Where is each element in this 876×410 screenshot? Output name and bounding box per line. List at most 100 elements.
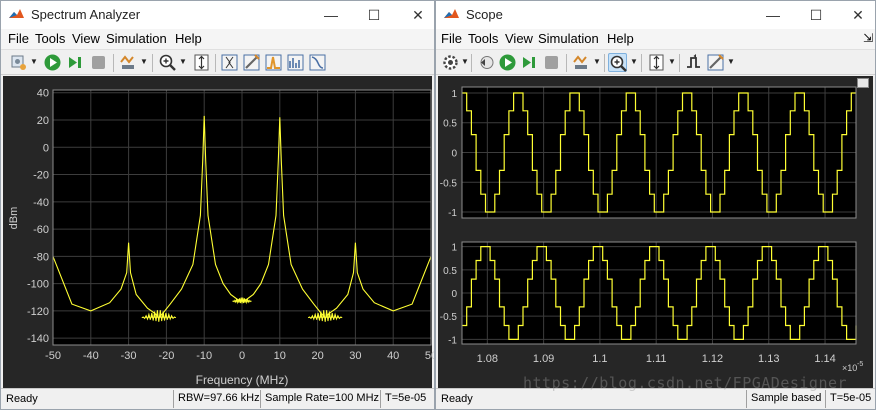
zoom-in-icon[interactable] — [158, 53, 177, 72]
x-tick-label: 1.09 — [533, 353, 554, 365]
toolbar-separator — [471, 54, 472, 72]
autoscale-icon[interactable] — [647, 53, 666, 72]
x-tick-label: -40 — [83, 350, 99, 362]
matlab-logo-icon — [8, 6, 25, 23]
settings-dropdown-icon[interactable]: ▼ — [30, 54, 38, 70]
x-axis-exponent: ×10 — [842, 363, 857, 373]
menu-view[interactable]: View — [505, 31, 533, 46]
x-axis-label: Frequency (MHz) — [196, 373, 289, 387]
settings-dropdown-icon[interactable]: ▼ — [461, 54, 469, 70]
y-tick-label: -100 — [27, 279, 49, 291]
stop-icon[interactable] — [89, 53, 108, 72]
x-tick-label: -10 — [196, 350, 212, 362]
spectrum-plot-area: 40 20 0 -20 -40 -60 -80 -100 -120 -140 -50 -40 -30-… — [3, 76, 434, 390]
menu-file[interactable]: File — [441, 31, 462, 46]
distortion-measure-icon[interactable] — [286, 53, 305, 72]
menu-simulation[interactable]: Simulation — [106, 31, 167, 46]
y-tick-label: 0 — [451, 289, 457, 300]
signal-highlight-icon[interactable] — [119, 53, 138, 72]
y-tick-label: -60 — [33, 224, 49, 236]
y-tick-label: -80 — [33, 251, 49, 263]
step-forward-icon[interactable] — [520, 53, 539, 72]
x-tick-label: 1.08 — [477, 353, 498, 365]
peak-finder-icon[interactable] — [264, 53, 283, 72]
y-tick-label: 0.5 — [443, 266, 457, 277]
menu-tools[interactable]: Tools — [468, 31, 498, 46]
x-tick-label: 1.14 — [814, 353, 835, 365]
toolbar-separator — [215, 54, 216, 72]
settings-gear-icon[interactable] — [441, 53, 460, 72]
x-tick-label: 0 — [239, 350, 245, 362]
toolbar-separator — [113, 54, 114, 72]
y-tick-label: -20 — [33, 170, 49, 182]
measurements-icon[interactable] — [706, 53, 725, 72]
status-mode: Sample based — [746, 390, 825, 408]
x-tick-label: -50 — [45, 350, 61, 362]
measurement-cursor-icon[interactable] — [220, 53, 239, 72]
scope-chart[interactable]: 1 0.5 0 -0.5 -1 1 0.5 0 -0.5 -1 1.08 1.09 1.1 1.11 1… — [438, 76, 875, 390]
run-icon[interactable] — [43, 53, 62, 72]
y-tick-label: -120 — [27, 306, 49, 318]
menu-help[interactable]: Help — [175, 31, 202, 46]
status-time: T=5e-05 — [825, 390, 875, 408]
menu-help[interactable]: Help — [607, 31, 634, 46]
step-forward-icon[interactable] — [66, 53, 85, 72]
x-axis-exponent-power: -5 — [857, 361, 863, 368]
menu-file[interactable]: File — [8, 31, 29, 46]
y-tick-label: 0.5 — [443, 119, 457, 130]
menu-bar: File Tools View Simulation Help — [1, 29, 434, 49]
menu-simulation[interactable]: Simulation — [538, 31, 599, 46]
zoom-in-icon[interactable] — [608, 53, 627, 72]
channel-measure-icon[interactable] — [242, 53, 261, 72]
signal-highlight-icon[interactable] — [572, 53, 591, 72]
window-title: Scope — [466, 7, 503, 22]
y-tick-label: -140 — [27, 333, 49, 345]
settings-gear-icon[interactable] — [9, 53, 28, 72]
title-bar[interactable]: Spectrum Analyzer — ☐ ✕ — [1, 1, 434, 29]
minimize-button[interactable]: — — [756, 1, 790, 29]
autoscale-dropdown-icon[interactable]: ▼ — [668, 54, 676, 70]
status-rbw: RBW=97.66 kHz — [173, 390, 264, 408]
x-tick-label: 10 — [274, 350, 286, 362]
status-sample-rate: Sample Rate=100 MHz — [260, 390, 383, 408]
run-icon[interactable] — [498, 53, 517, 72]
y-axis-label: dBm — [8, 207, 20, 230]
x-tick-label: 1.13 — [758, 353, 779, 365]
measurements-dropdown-icon[interactable]: ▼ — [727, 54, 735, 70]
close-button[interactable]: ✕ — [401, 1, 434, 29]
y-tick-label: -0.5 — [440, 312, 458, 323]
scope-window: Scope — ☐ ✕ File Tools View Simulation H… — [435, 0, 876, 410]
triggers-icon[interactable] — [684, 53, 703, 72]
minimize-button[interactable]: — — [314, 1, 348, 29]
signal-dropdown-icon[interactable]: ▼ — [593, 54, 601, 70]
close-button[interactable]: ✕ — [841, 1, 875, 29]
status-bar: Ready RBW=97.66 kHz Sample Rate=100 MHz … — [1, 388, 434, 409]
x-tick-label: 50 — [425, 350, 434, 362]
y-tick-label: -40 — [33, 197, 49, 209]
ccdf-measure-icon[interactable] — [308, 53, 327, 72]
title-bar[interactable]: Scope — ☐ ✕ — [436, 1, 875, 29]
toolbar-separator — [679, 54, 680, 72]
autoscale-icon[interactable] — [192, 53, 211, 72]
stop-icon[interactable] — [542, 53, 561, 72]
status-time: T=5e-05 — [380, 390, 430, 408]
step-back-icon[interactable] — [477, 53, 496, 72]
toolbar: ▼ ▼ ▼ ▼ ▼ — [436, 49, 875, 75]
x-tick-label: 1.1 — [592, 353, 607, 365]
y-tick-label: 0 — [43, 142, 49, 154]
watermark-text: https://blog.csdn.net/FPGADesigner — [523, 374, 848, 392]
y-tick-label: -1 — [448, 335, 457, 346]
zoom-dropdown-icon[interactable]: ▼ — [179, 54, 187, 70]
x-tick-label: -30 — [121, 350, 137, 362]
maximize-button[interactable]: ☐ — [799, 1, 833, 29]
y-tick-label: -1 — [448, 208, 457, 219]
maximize-button[interactable]: ☐ — [357, 1, 391, 29]
toolbar-separator — [604, 54, 605, 72]
zoom-dropdown-icon[interactable]: ▼ — [630, 54, 638, 70]
menu-tools[interactable]: Tools — [35, 31, 65, 46]
menu-view[interactable]: View — [72, 31, 100, 46]
spectrum-chart[interactable]: 40200-20-40-60-80-100-120-140 -50 -40 -30-… — [3, 76, 434, 390]
signal-dropdown-icon[interactable]: ▼ — [140, 54, 148, 70]
dock-arrow-icon[interactable]: ⇲ — [863, 31, 873, 45]
y-tick-label: -0.5 — [440, 178, 458, 189]
